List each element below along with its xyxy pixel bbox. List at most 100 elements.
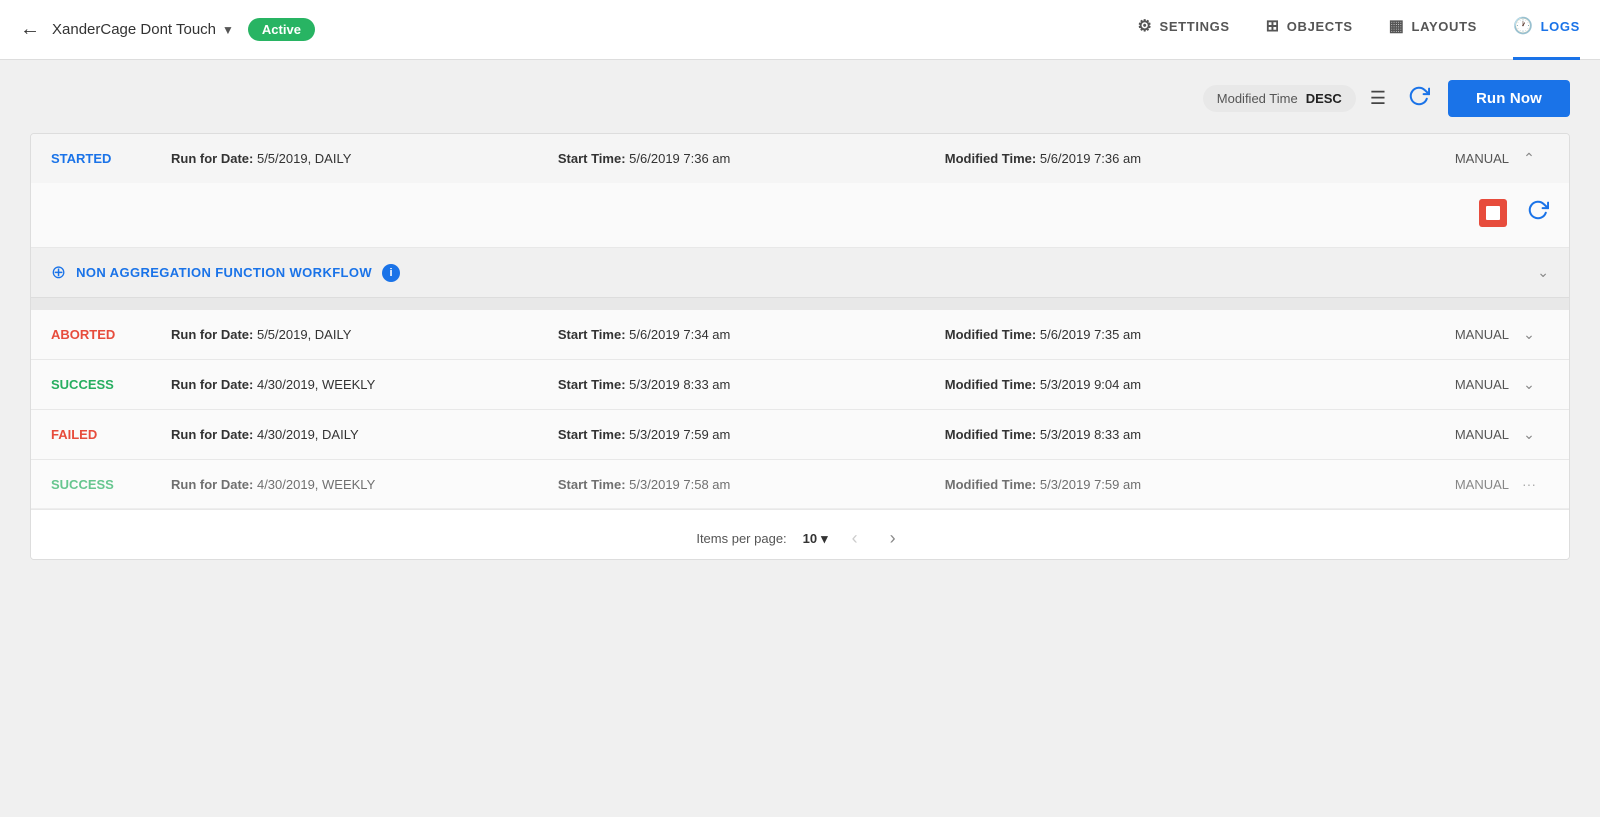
start-time-cell: Start Time: 5/3/2019 8:33 am: [558, 377, 945, 392]
trigger-cell: MANUAL: [1409, 151, 1509, 166]
modified-time-value: 5/6/2019 7:36 am: [1040, 151, 1141, 166]
table-row[interactable]: FAILED Run for Date: 4/30/2019, DAILY St…: [31, 410, 1569, 460]
status-cell: SUCCESS: [51, 477, 171, 492]
layouts-label: LAYOUTS: [1412, 19, 1477, 34]
row-chevron[interactable]: ⌄: [1509, 326, 1549, 343]
row-chevron[interactable]: ···: [1509, 476, 1549, 492]
table-row[interactable]: ABORTED Run for Date: 5/5/2019, DAILY St…: [31, 310, 1569, 360]
run-date-value: 5/5/2019, DAILY: [257, 327, 351, 342]
workflow-plus-icon: ⊕: [51, 262, 66, 283]
logs-label: LOGS: [1541, 19, 1580, 34]
trigger-cell: MANUAL: [1409, 327, 1509, 342]
sort-options-button[interactable]: ☰: [1366, 84, 1390, 113]
modified-time-value: 5/3/2019 9:04 am: [1040, 377, 1141, 392]
modified-time-label: Modified Time:: [945, 151, 1036, 166]
back-button[interactable]: ←: [20, 18, 40, 41]
modified-time-label: Modified Time:: [945, 477, 1036, 492]
modified-time-value: 5/3/2019 8:33 am: [1040, 427, 1141, 442]
title-dropdown-arrow[interactable]: ▼: [222, 23, 234, 37]
nav-objects[interactable]: ⊞ OBJECTS: [1266, 0, 1353, 60]
nav-logs[interactable]: 🕐 LOGS: [1513, 0, 1580, 60]
table-row[interactable]: SUCCESS Run for Date: 4/30/2019, WEEKLY …: [31, 360, 1569, 410]
trigger-cell: MANUAL: [1409, 427, 1509, 442]
active-status-badge: Active: [248, 18, 315, 41]
row-chevron[interactable]: ⌄: [1509, 376, 1549, 393]
log-table: STARTED Run for Date: 5/5/2019, DAILY St…: [30, 133, 1570, 560]
run-now-button[interactable]: Run Now: [1448, 80, 1570, 117]
settings-icon: ⚙: [1138, 16, 1153, 36]
table-row[interactable]: SUCCESS Run for Date: 4/30/2019, WEEKLY …: [31, 460, 1569, 509]
start-time-value: 5/3/2019 7:58 am: [629, 477, 730, 492]
modified-time-label: Modified Time:: [945, 327, 1036, 342]
items-count: 10: [803, 531, 817, 546]
toolbar: Modified Time DESC ☰ Run Now: [30, 80, 1570, 117]
table-row[interactable]: STARTED Run for Date: 5/5/2019, DAILY St…: [31, 134, 1569, 183]
sort-field-label: Modified Time: [1217, 91, 1298, 106]
run-date-cell: Run for Date: 4/30/2019, WEEKLY: [171, 377, 558, 392]
layouts-icon: ▦: [1389, 16, 1405, 36]
objects-icon: ⊞: [1266, 16, 1280, 36]
items-per-page-dropdown-icon: ▾: [821, 531, 828, 547]
start-time-cell: Start Time: 5/6/2019 7:34 am: [558, 327, 945, 342]
expanded-area: [31, 183, 1569, 248]
workflow-row[interactable]: ⊕ NON AGGREGATION FUNCTION WORKFLOW i ⌄: [31, 248, 1569, 298]
start-time-cell: Start Time: 5/6/2019 7:36 am: [558, 151, 945, 166]
project-name: XanderCage Dont Touch: [52, 21, 216, 38]
prev-page-button[interactable]: ‹: [844, 526, 866, 551]
settings-label: SETTINGS: [1160, 19, 1230, 34]
start-time-label: Start Time:: [558, 327, 626, 342]
nav-layouts[interactable]: ▦ LAYOUTS: [1389, 0, 1477, 60]
workflow-label: NON AGGREGATION FUNCTION WORKFLOW: [76, 265, 372, 280]
workflow-chevron[interactable]: ⌄: [1537, 264, 1549, 281]
run-date-cell: Run for Date: 5/5/2019, DAILY: [171, 327, 558, 342]
run-date-cell: Run for Date: 4/30/2019, WEEKLY: [171, 477, 558, 492]
modified-time-cell: Modified Time: 5/3/2019 8:33 am: [945, 427, 1409, 442]
modified-time-cell: Modified Time: 5/6/2019 7:35 am: [945, 327, 1409, 342]
items-per-page-select[interactable]: 10 ▾: [803, 531, 828, 547]
trigger-cell: MANUAL: [1409, 377, 1509, 392]
items-per-page-label: Items per page:: [696, 531, 786, 546]
run-date-label: Run for Date:: [171, 151, 253, 166]
nav-links: ⚙ SETTINGS ⊞ OBJECTS ▦ LAYOUTS 🕐 LOGS: [1138, 0, 1581, 60]
start-time-label: Start Time:: [558, 427, 626, 442]
next-page-button[interactable]: ›: [882, 526, 904, 551]
start-time-value: 5/3/2019 8:33 am: [629, 377, 730, 392]
refresh-button[interactable]: [1400, 81, 1438, 117]
row-chevron[interactable]: ⌃: [1509, 150, 1549, 167]
start-time-label: Start Time:: [558, 377, 626, 392]
row-chevron[interactable]: ⌄: [1509, 426, 1549, 443]
run-date-label: Run for Date:: [171, 477, 253, 492]
run-date-label: Run for Date:: [171, 377, 253, 392]
run-date-cell: Run for Date: 4/30/2019, DAILY: [171, 427, 558, 442]
status-cell: STARTED: [51, 151, 171, 166]
sort-direction-label: DESC: [1306, 91, 1342, 106]
app-title: XanderCage Dont Touch ▼: [52, 21, 234, 38]
logs-icon: 🕐: [1513, 16, 1534, 36]
trigger-cell: MANUAL: [1409, 477, 1509, 492]
start-time-cell: Start Time: 5/3/2019 7:59 am: [558, 427, 945, 442]
workflow-info-icon[interactable]: i: [382, 264, 400, 282]
run-date-value: 4/30/2019, DAILY: [257, 427, 359, 442]
run-date-label: Run for Date:: [171, 327, 253, 342]
modified-time-label: Modified Time:: [945, 377, 1036, 392]
status-cell: SUCCESS: [51, 377, 171, 392]
nav-settings[interactable]: ⚙ SETTINGS: [1138, 0, 1230, 60]
objects-label: OBJECTS: [1287, 19, 1353, 34]
run-date-label: Run for Date:: [171, 427, 253, 442]
top-nav: ← XanderCage Dont Touch ▼ Active ⚙ SETTI…: [0, 0, 1600, 60]
start-time-value: 5/6/2019 7:34 am: [629, 327, 730, 342]
refresh-run-button[interactable]: [1527, 199, 1549, 227]
modified-time-cell: Modified Time: 5/3/2019 9:04 am: [945, 377, 1409, 392]
start-time-value: 5/6/2019 7:36 am: [629, 151, 730, 166]
modified-time-cell: Modified Time: 5/3/2019 7:59 am: [945, 477, 1409, 492]
stop-icon: [1486, 206, 1500, 220]
modified-time-cell: Modified Time: 5/6/2019 7:36 am: [945, 151, 1409, 166]
stop-button[interactable]: [1479, 199, 1507, 227]
sort-pill[interactable]: Modified Time DESC: [1203, 85, 1356, 112]
modified-time-value: 5/6/2019 7:35 am: [1040, 327, 1141, 342]
run-date-cell: Run for Date: 5/5/2019, DAILY: [171, 151, 558, 166]
run-date-value: 5/5/2019, DAILY: [257, 151, 351, 166]
status-cell: FAILED: [51, 427, 171, 442]
status-cell: ABORTED: [51, 327, 171, 342]
refresh-run-icon: [1527, 199, 1549, 221]
